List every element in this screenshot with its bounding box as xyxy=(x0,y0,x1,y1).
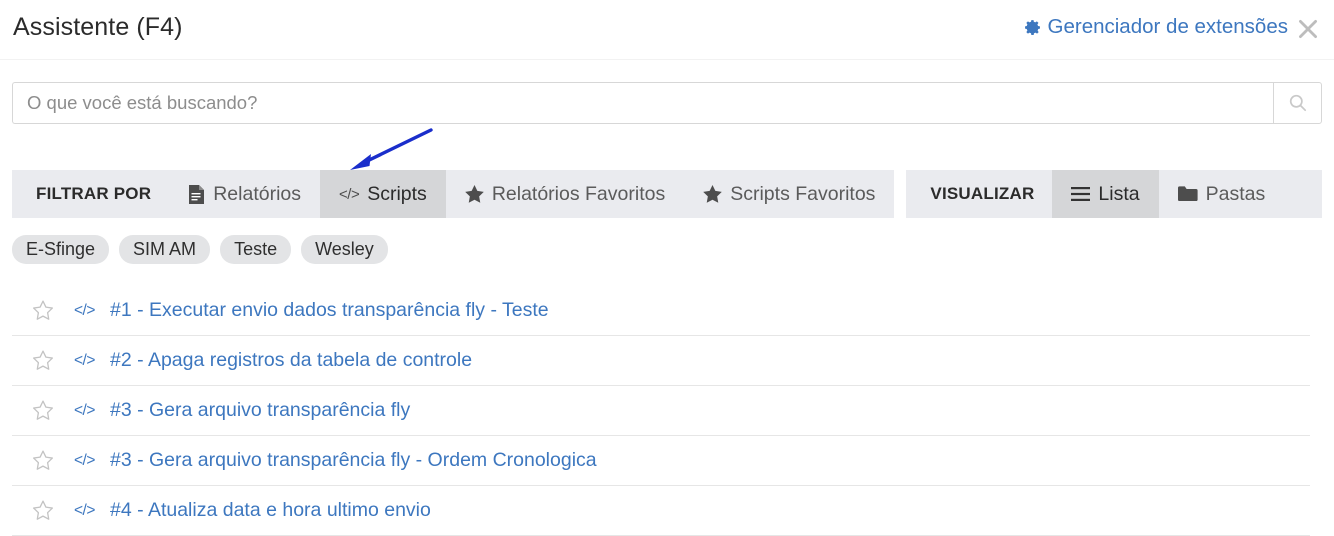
tab-relatorios-favoritos[interactable]: Relatórios Favoritos xyxy=(446,170,684,218)
script-list: </> #1 - Executar envio dados transparên… xyxy=(12,286,1310,536)
tag-chip-list: E-Sfinge SIM AM Teste Wesley xyxy=(12,235,388,264)
tag-chip[interactable]: SIM AM xyxy=(119,235,211,264)
list-item[interactable]: </> #4 - Atualiza data e hora ultimo env… xyxy=(12,486,1310,536)
tab-scripts-label: Scripts xyxy=(367,182,427,205)
tab-relatorios-label: Relatórios xyxy=(213,182,302,205)
star-icon xyxy=(465,185,484,203)
folder-icon xyxy=(1177,186,1198,202)
panel-header: Assistente (F4) Gerenciador de extensões xyxy=(0,0,1334,60)
page-title: Assistente (F4) xyxy=(13,13,183,41)
star-outline-icon[interactable] xyxy=(12,300,74,321)
search-input[interactable] xyxy=(12,82,1273,124)
code-icon: </> xyxy=(339,185,360,203)
assistente-panel: Assistente (F4) Gerenciador de extensões xyxy=(0,0,1334,536)
star-icon xyxy=(703,185,723,203)
tag-chip[interactable]: E-Sfinge xyxy=(12,235,110,264)
arrow-annotation xyxy=(330,118,450,178)
star-outline-icon[interactable] xyxy=(12,500,74,521)
filter-bar: FILTRAR POR Relatórios </> Scripts Relat… xyxy=(12,170,1322,218)
extension-manager-label: Gerenciador de extensões xyxy=(1047,15,1288,38)
report-icon xyxy=(188,184,205,204)
list-item-label[interactable]: #4 - Atualiza data e hora ultimo envio xyxy=(110,499,431,522)
filter-bar-divider xyxy=(894,170,907,218)
tag-chip[interactable]: Wesley xyxy=(301,235,388,264)
tab-pastas-label: Pastas xyxy=(1205,182,1266,205)
code-icon: </> xyxy=(74,451,95,469)
view-label: VISUALIZAR xyxy=(930,184,1035,203)
tab-relatorios[interactable]: Relatórios xyxy=(169,170,320,218)
code-icon: </> xyxy=(74,301,95,319)
list-item-label[interactable]: #3 - Gera arquivo transparência fly xyxy=(110,399,410,422)
star-outline-icon[interactable] xyxy=(12,450,74,471)
list-item-label[interactable]: #3 - Gera arquivo transparência fly - Or… xyxy=(110,449,597,472)
filter-by-label: FILTRAR POR xyxy=(36,184,152,203)
search-bar xyxy=(12,82,1322,124)
tag-chip[interactable]: Teste xyxy=(220,235,292,264)
tab-lista[interactable]: Lista xyxy=(1052,170,1159,218)
view-group: VISUALIZAR Lista Pastas xyxy=(906,170,1322,218)
close-icon[interactable] xyxy=(1291,12,1325,46)
star-outline-icon[interactable] xyxy=(12,400,74,421)
search-icon xyxy=(1288,93,1308,113)
tab-relatorios-favoritos-label: Relatórios Favoritos xyxy=(491,182,666,205)
tab-lista-label: Lista xyxy=(1098,182,1140,205)
tab-pastas[interactable]: Pastas xyxy=(1159,170,1285,218)
tab-scripts-favoritos-label: Scripts Favoritos xyxy=(730,182,876,205)
list-item-label[interactable]: #2 - Apaga registros da tabela de contro… xyxy=(110,349,472,372)
list-icon xyxy=(1071,187,1091,201)
tab-scripts-favoritos[interactable]: Scripts Favoritos xyxy=(684,170,894,218)
code-icon: </> xyxy=(74,401,95,419)
search-button[interactable] xyxy=(1273,82,1322,124)
list-item[interactable]: </> #1 - Executar envio dados transparên… xyxy=(12,286,1310,336)
gear-icon xyxy=(1024,19,1041,36)
filter-group: FILTRAR POR Relatórios </> Scripts Relat… xyxy=(12,170,895,218)
star-outline-icon[interactable] xyxy=(12,350,74,371)
list-item[interactable]: </> #3 - Gera arquivo transparência fly xyxy=(12,386,1310,436)
list-item[interactable]: </> #3 - Gera arquivo transparência fly … xyxy=(12,436,1310,486)
extension-manager-link[interactable]: Gerenciador de extensões xyxy=(1024,15,1288,39)
code-icon: </> xyxy=(74,351,95,369)
list-item-label[interactable]: #1 - Executar envio dados transparência … xyxy=(110,299,549,322)
list-item[interactable]: </> #2 - Apaga registros da tabela de co… xyxy=(12,336,1310,386)
code-icon: </> xyxy=(74,501,95,519)
tab-scripts[interactable]: </> Scripts xyxy=(320,170,446,218)
